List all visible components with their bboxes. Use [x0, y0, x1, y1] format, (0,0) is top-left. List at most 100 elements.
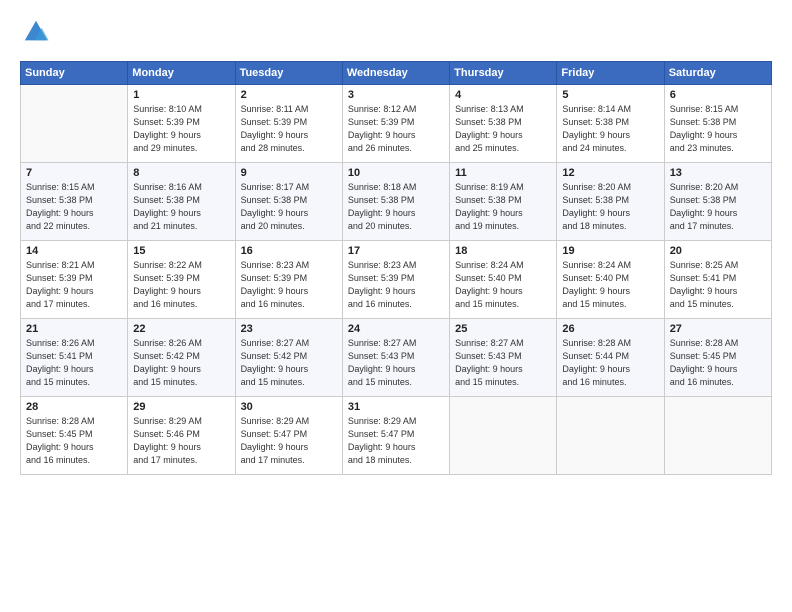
weekday-thursday: Thursday	[450, 62, 557, 85]
day-number: 31	[348, 401, 445, 413]
day-info: Sunrise: 8:16 AM Sunset: 5:38 PM Dayligh…	[133, 181, 230, 233]
day-info: Sunrise: 8:28 AM Sunset: 5:45 PM Dayligh…	[26, 415, 123, 467]
day-number: 30	[241, 401, 338, 413]
day-info: Sunrise: 8:17 AM Sunset: 5:38 PM Dayligh…	[241, 181, 338, 233]
day-info: Sunrise: 8:23 AM Sunset: 5:39 PM Dayligh…	[348, 259, 445, 311]
calendar-cell	[557, 397, 664, 475]
day-info: Sunrise: 8:10 AM Sunset: 5:39 PM Dayligh…	[133, 103, 230, 155]
day-number: 4	[455, 89, 552, 101]
calendar-cell: 29Sunrise: 8:29 AM Sunset: 5:46 PM Dayli…	[128, 397, 235, 475]
calendar-cell: 23Sunrise: 8:27 AM Sunset: 5:42 PM Dayli…	[235, 319, 342, 397]
calendar-cell	[450, 397, 557, 475]
day-number: 14	[26, 245, 123, 257]
weekday-header-row: SundayMondayTuesdayWednesdayThursdayFrid…	[21, 62, 772, 85]
calendar-cell: 7 Sunrise: 8:15 AM Sunset: 5:38 PM Daylig…	[21, 163, 128, 241]
calendar-cell	[21, 85, 128, 163]
calendar-cell: 30 Sunrise: 8:29 AM Sunset: 5:47 PM Dayli…	[235, 397, 342, 475]
weekday-saturday: Saturday	[664, 62, 771, 85]
day-number: 19	[562, 245, 659, 257]
calendar-cell: 31 Sunrise: 8:29 AM Sunset: 5:47 PM Dayli…	[342, 397, 449, 475]
day-number: 24	[348, 323, 445, 335]
weekday-friday: Friday	[557, 62, 664, 85]
day-number: 17	[348, 245, 445, 257]
calendar-cell: 8 Sunrise: 8:16 AM Sunset: 5:38 PM Daylig…	[128, 163, 235, 241]
day-number: 26	[562, 323, 659, 335]
day-info: Sunrise: 8:22 AM Sunset: 5:39 PM Dayligh…	[133, 259, 230, 311]
day-info: Sunrise: 8:21 AM Sunset: 5:39 PM Dayligh…	[26, 259, 123, 311]
day-info: Sunrise: 8:15 AM Sunset: 5:38 PM Dayligh…	[26, 181, 123, 233]
day-info: Sunrise: 8:18 AM Sunset: 5:38 PM Dayligh…	[348, 181, 445, 233]
day-info: Sunrise: 8:27 AM Sunset: 5:43 PM Dayligh…	[348, 337, 445, 389]
day-number: 28	[26, 401, 123, 413]
day-info: Sunrise: 8:20 AM Sunset: 5:38 PM Dayligh…	[670, 181, 767, 233]
day-info: Sunrise: 8:23 AM Sunset: 5:39 PM Dayligh…	[241, 259, 338, 311]
calendar-cell: 11Sunrise: 8:19 AM Sunset: 5:38 PM Dayli…	[450, 163, 557, 241]
day-info: Sunrise: 8:12 AM Sunset: 5:39 PM Dayligh…	[348, 103, 445, 155]
day-number: 16	[241, 245, 338, 257]
calendar-cell: 5Sunrise: 8:14 AM Sunset: 5:38 PM Daylig…	[557, 85, 664, 163]
calendar-cell: 22 Sunrise: 8:26 AM Sunset: 5:42 PM Dayli…	[128, 319, 235, 397]
calendar-cell: 13 Sunrise: 8:20 AM Sunset: 5:38 PM Dayli…	[664, 163, 771, 241]
day-number: 22	[133, 323, 230, 335]
calendar-cell: 27 Sunrise: 8:28 AM Sunset: 5:45 PM Dayli…	[664, 319, 771, 397]
weekday-wednesday: Wednesday	[342, 62, 449, 85]
calendar-cell: 4 Sunrise: 8:13 AM Sunset: 5:38 PM Daylig…	[450, 85, 557, 163]
logo	[20, 18, 54, 51]
calendar-cell: 17 Sunrise: 8:23 AM Sunset: 5:39 PM Dayli…	[342, 241, 449, 319]
day-info: Sunrise: 8:29 AM Sunset: 5:47 PM Dayligh…	[241, 415, 338, 467]
day-info: Sunrise: 8:29 AM Sunset: 5:46 PM Dayligh…	[133, 415, 230, 467]
calendar-page: SundayMondayTuesdayWednesdayThursdayFrid…	[0, 0, 792, 612]
day-info: Sunrise: 8:28 AM Sunset: 5:44 PM Dayligh…	[562, 337, 659, 389]
day-number: 27	[670, 323, 767, 335]
day-number: 12	[562, 167, 659, 179]
day-info: Sunrise: 8:19 AM Sunset: 5:38 PM Dayligh…	[455, 181, 552, 233]
calendar-cell: 2 Sunrise: 8:11 AM Sunset: 5:39 PM Daylig…	[235, 85, 342, 163]
logo-icon	[22, 18, 50, 46]
calendar-table: SundayMondayTuesdayWednesdayThursdayFrid…	[20, 61, 772, 475]
day-info: Sunrise: 8:24 AM Sunset: 5:40 PM Dayligh…	[455, 259, 552, 311]
day-number: 7	[26, 167, 123, 179]
day-info: Sunrise: 8:13 AM Sunset: 5:38 PM Dayligh…	[455, 103, 552, 155]
week-row-2: 7 Sunrise: 8:15 AM Sunset: 5:38 PM Daylig…	[21, 163, 772, 241]
calendar-cell: 16 Sunrise: 8:23 AM Sunset: 5:39 PM Dayli…	[235, 241, 342, 319]
calendar-cell: 26 Sunrise: 8:28 AM Sunset: 5:44 PM Dayli…	[557, 319, 664, 397]
day-info: Sunrise: 8:29 AM Sunset: 5:47 PM Dayligh…	[348, 415, 445, 467]
week-row-5: 28 Sunrise: 8:28 AM Sunset: 5:45 PM Dayli…	[21, 397, 772, 475]
day-info: Sunrise: 8:28 AM Sunset: 5:45 PM Dayligh…	[670, 337, 767, 389]
calendar-body: 1 Sunrise: 8:10 AM Sunset: 5:39 PM Daylig…	[21, 85, 772, 475]
calendar-cell: 21Sunrise: 8:26 AM Sunset: 5:41 PM Dayli…	[21, 319, 128, 397]
day-info: Sunrise: 8:24 AM Sunset: 5:40 PM Dayligh…	[562, 259, 659, 311]
calendar-cell: 12 Sunrise: 8:20 AM Sunset: 5:38 PM Dayli…	[557, 163, 664, 241]
day-number: 15	[133, 245, 230, 257]
day-number: 20	[670, 245, 767, 257]
calendar-cell: 24 Sunrise: 8:27 AM Sunset: 5:43 PM Dayli…	[342, 319, 449, 397]
weekday-sunday: Sunday	[21, 62, 128, 85]
calendar-cell: 15 Sunrise: 8:22 AM Sunset: 5:39 PM Dayli…	[128, 241, 235, 319]
day-number: 1	[133, 89, 230, 101]
day-info: Sunrise: 8:26 AM Sunset: 5:41 PM Dayligh…	[26, 337, 123, 389]
day-number: 9	[241, 167, 338, 179]
day-info: Sunrise: 8:20 AM Sunset: 5:38 PM Dayligh…	[562, 181, 659, 233]
day-info: Sunrise: 8:27 AM Sunset: 5:42 PM Dayligh…	[241, 337, 338, 389]
day-info: Sunrise: 8:26 AM Sunset: 5:42 PM Dayligh…	[133, 337, 230, 389]
calendar-cell: 3 Sunrise: 8:12 AM Sunset: 5:39 PM Daylig…	[342, 85, 449, 163]
day-info: Sunrise: 8:11 AM Sunset: 5:39 PM Dayligh…	[241, 103, 338, 155]
day-info: Sunrise: 8:14 AM Sunset: 5:38 PM Dayligh…	[562, 103, 659, 155]
day-number: 2	[241, 89, 338, 101]
day-number: 13	[670, 167, 767, 179]
week-row-1: 1 Sunrise: 8:10 AM Sunset: 5:39 PM Daylig…	[21, 85, 772, 163]
calendar-cell: 25Sunrise: 8:27 AM Sunset: 5:43 PM Dayli…	[450, 319, 557, 397]
weekday-tuesday: Tuesday	[235, 62, 342, 85]
calendar-cell: 14 Sunrise: 8:21 AM Sunset: 5:39 PM Dayli…	[21, 241, 128, 319]
day-info: Sunrise: 8:27 AM Sunset: 5:43 PM Dayligh…	[455, 337, 552, 389]
calendar-cell: 10 Sunrise: 8:18 AM Sunset: 5:38 PM Dayli…	[342, 163, 449, 241]
day-number: 10	[348, 167, 445, 179]
day-number: 18	[455, 245, 552, 257]
weekday-monday: Monday	[128, 62, 235, 85]
week-row-4: 21Sunrise: 8:26 AM Sunset: 5:41 PM Dayli…	[21, 319, 772, 397]
calendar-cell	[664, 397, 771, 475]
day-number: 8	[133, 167, 230, 179]
day-number: 3	[348, 89, 445, 101]
calendar-cell: 20Sunrise: 8:25 AM Sunset: 5:41 PM Dayli…	[664, 241, 771, 319]
calendar-cell: 6Sunrise: 8:15 AM Sunset: 5:38 PM Daylig…	[664, 85, 771, 163]
